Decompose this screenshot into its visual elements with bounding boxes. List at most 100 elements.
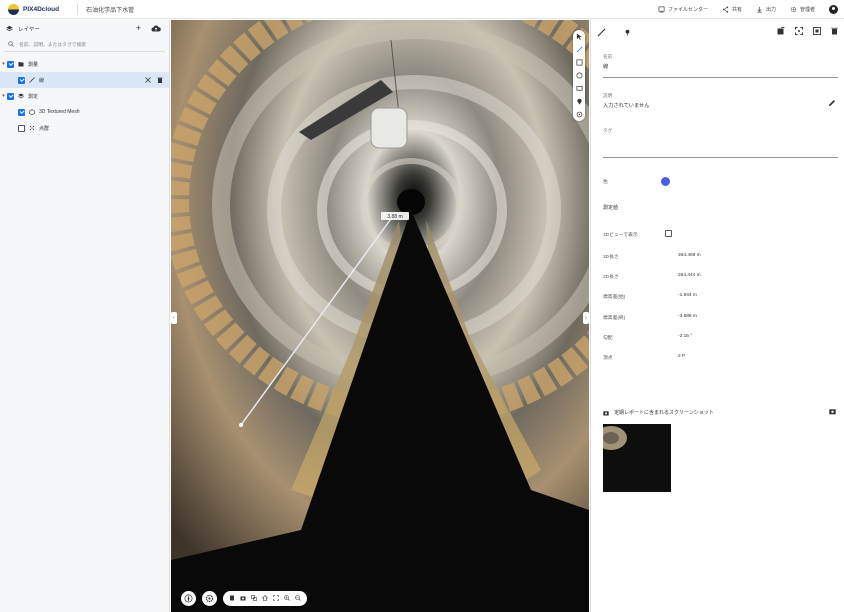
export-icon[interactable] — [777, 27, 785, 35]
pointer-icon[interactable] — [576, 33, 583, 40]
color-swatch[interactable] — [661, 177, 670, 186]
metric-row: 勾配 -2.16 ° — [603, 334, 692, 341]
metric-label: 3D長さ — [603, 255, 619, 260]
expand-icon[interactable] — [813, 27, 821, 35]
zoom-out-icon[interactable] — [295, 595, 301, 601]
delete-icon[interactable] — [831, 27, 838, 35]
layer-group-survey[interactable]: ▾ 測量 — [0, 56, 169, 72]
line-tool-icon[interactable] — [576, 46, 583, 53]
metric-row: 2D長さ 264.444 m — [603, 273, 701, 280]
show-in-view-checkbox[interactable] — [665, 230, 672, 237]
description-field[interactable]: 説明 入力されていません — [603, 93, 838, 115]
view-settings-button[interactable] — [202, 590, 217, 606]
compass-button[interactable] — [181, 590, 196, 606]
annotation-tool-icon[interactable] — [576, 85, 583, 92]
fit-view-icon[interactable] — [273, 595, 279, 601]
metric-row: 頂点 2 P — [603, 354, 685, 361]
folder-icon — [18, 62, 24, 67]
collapse-right-panel-button[interactable]: › — [583, 312, 589, 324]
name-label: 名前 — [603, 54, 613, 59]
metric-label: 標高差(始) — [603, 295, 626, 300]
layer-checkbox[interactable] — [7, 60, 14, 68]
camera-capture-icon[interactable] — [829, 408, 836, 415]
show-in-view-row: 3Dビューで表示 — [603, 231, 638, 238]
color-row: 色 — [603, 178, 608, 185]
layers-icon — [18, 93, 24, 99]
layer-item-pointcloud[interactable]: 点群 — [0, 120, 169, 136]
screenshot-thumbnail[interactable] — [603, 424, 671, 492]
cloud-upload-icon[interactable] — [151, 25, 161, 32]
admin-button[interactable]: 管理者 — [790, 6, 815, 13]
export-button[interactable]: 出力 — [756, 6, 776, 13]
layers-toggle-icon[interactable] — [229, 595, 235, 601]
layer-checkbox[interactable] — [7, 92, 14, 100]
project-name: 石油化学品下水管 — [86, 7, 135, 14]
layer-label: 3D Textured Mesh — [39, 109, 80, 115]
file-center-button[interactable]: ファイルセンター — [658, 6, 708, 13]
layer-search[interactable]: 名前、説明、またはタグで検索 — [4, 37, 165, 52]
collapse-caret-icon[interactable]: ▾ — [0, 93, 7, 99]
layer-tree: ▾ 測量 線 ▾ 測定 3D Textured Mesh 点群 — [0, 56, 169, 136]
focus-icon[interactable] — [795, 27, 803, 35]
layer-checkbox[interactable] — [18, 76, 25, 84]
logo-mark-icon — [8, 3, 19, 15]
metric-value: 2 P — [678, 354, 686, 359]
metric-value: 264.444 m — [678, 273, 701, 278]
layer-actions — [145, 77, 163, 83]
color-label: 色 — [603, 180, 608, 185]
properties-header — [591, 20, 844, 44]
properties-panel: 名前 線 説明 入力されていません タグ 色 測定値 3Dビューで表示 3D長さ… — [590, 20, 844, 612]
camera-icon[interactable] — [240, 595, 246, 601]
divider — [77, 3, 79, 15]
measurement-label: 3.88 m — [387, 214, 402, 220]
properties-actions — [777, 27, 838, 35]
collapse-caret-icon[interactable]: ▾ — [0, 61, 7, 67]
description-value[interactable]: 入力されていません — [603, 102, 838, 109]
layer-checkbox[interactable] — [18, 108, 25, 116]
metric-label: 勾配 — [603, 336, 613, 341]
compass-icon — [184, 594, 193, 602]
tags-label: タグ — [603, 128, 613, 133]
metric-value: -1.944 m — [678, 293, 697, 298]
pin-icon[interactable] — [624, 29, 631, 36]
close-icon[interactable] — [145, 77, 151, 83]
app-logo[interactable]: PIX4Dcloud — [8, 0, 59, 19]
delete-icon[interactable] — [157, 77, 163, 83]
layer-item-line[interactable]: 線 — [0, 72, 169, 88]
layer-item-mesh[interactable]: 3D Textured Mesh — [0, 104, 169, 120]
marker-tool-icon[interactable] — [576, 98, 583, 105]
account-icon[interactable] — [829, 5, 838, 14]
metric-label: 頂点 — [603, 356, 613, 361]
share-button[interactable]: 共有 — [722, 6, 742, 13]
polygon-tool-icon[interactable] — [576, 59, 583, 66]
add-layer-button[interactable]: + — [136, 23, 141, 33]
tags-field[interactable]: タグ — [603, 128, 838, 158]
metric-row: 標高差(終) -3.588 m — [603, 314, 697, 321]
home-view-icon[interactable] — [262, 595, 268, 601]
layers-title: レイヤー — [18, 26, 40, 33]
3d-viewer[interactable]: 3.88 m ‹ › — [171, 20, 589, 612]
edit-icon[interactable] — [828, 99, 836, 107]
inspect-tool-icon[interactable] — [576, 111, 583, 118]
mesh-icon — [29, 109, 35, 115]
name-field[interactable]: 名前 線 — [603, 54, 838, 78]
file-center-label: ファイルセンター — [667, 7, 708, 13]
metric-label: 2D長さ — [603, 275, 619, 280]
top-bar: PIX4Dcloud 石油化学品下水管 ファイルセンター 共有 出力 管理者 — [0, 0, 844, 19]
search-input[interactable]: 名前、説明、またはタグで検索 — [19, 41, 86, 48]
viewer-toolbar — [573, 30, 585, 121]
name-value[interactable]: 線 — [603, 63, 838, 70]
split-view-icon[interactable] — [251, 595, 257, 601]
point-cloud-icon — [29, 125, 35, 131]
layer-group-measure[interactable]: ▾ 測定 — [0, 88, 169, 104]
collapse-left-panel-button[interactable]: ‹ — [171, 312, 177, 324]
layer-checkbox[interactable] — [18, 124, 25, 132]
metric-row: 3D長さ 264.469 m — [603, 253, 701, 260]
metric-value: -2.16 ° — [678, 334, 693, 339]
zoom-in-icon[interactable] — [284, 595, 290, 601]
circle-tool-icon[interactable] — [576, 72, 583, 79]
description-label: 説明 — [603, 93, 613, 98]
thumbnail-image — [603, 424, 671, 492]
camera-icon — [603, 410, 609, 415]
tunnel-scene: 3.88 m — [171, 20, 589, 612]
